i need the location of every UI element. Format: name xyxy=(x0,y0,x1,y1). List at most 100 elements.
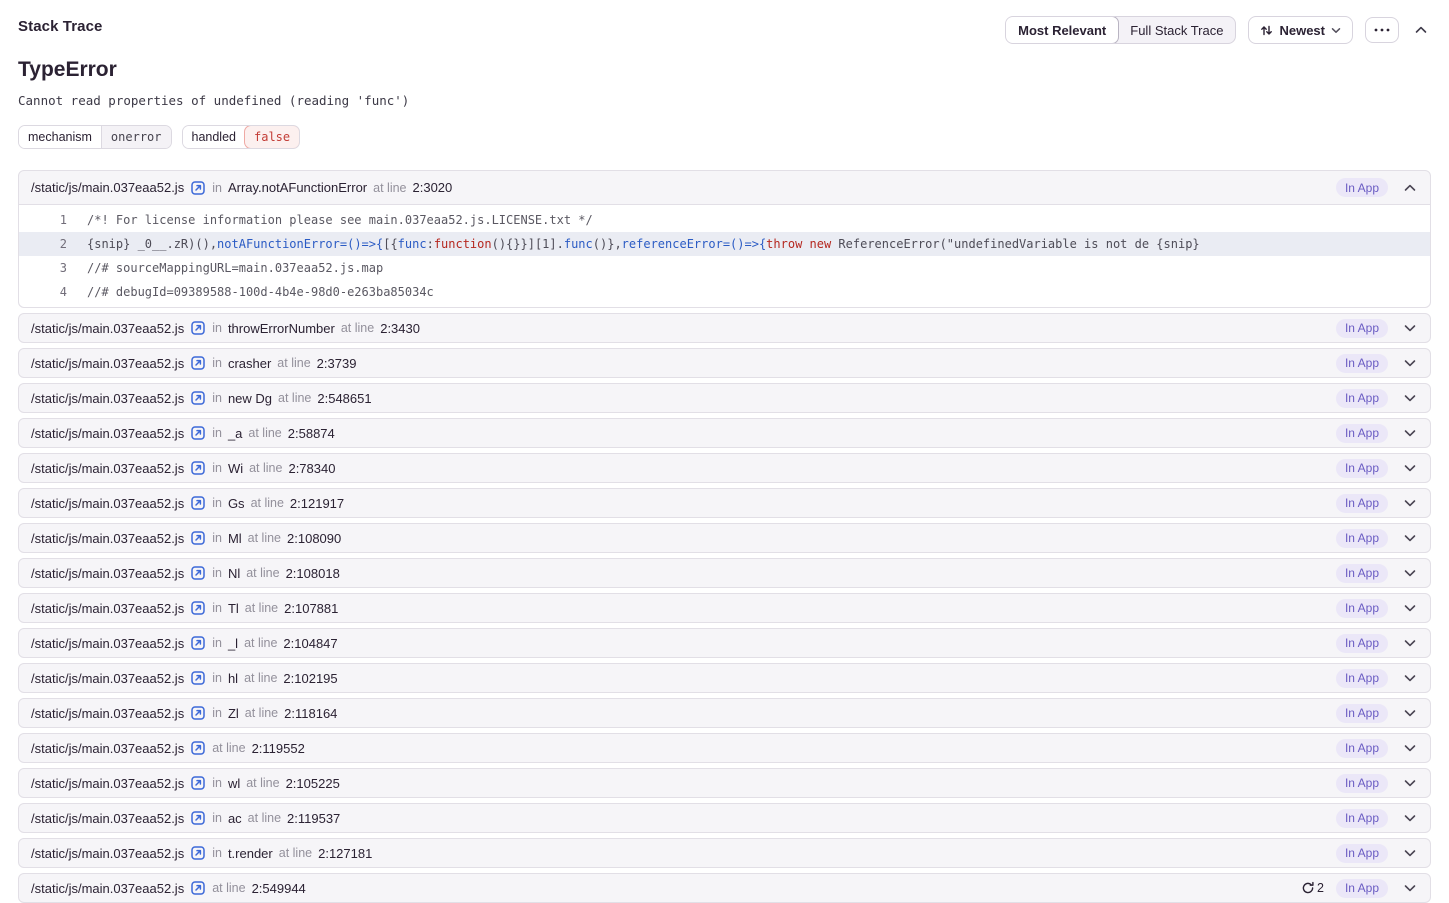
frame-header[interactable]: /static/js/main.037eaa52.js in Zl at lin… xyxy=(19,699,1430,727)
frame-header[interactable]: /static/js/main.037eaa52.js in t.render … xyxy=(19,839,1430,867)
stack-frame-row[interactable]: /static/js/main.037eaa52.js in t.render … xyxy=(18,838,1431,868)
frame-chevron-icon[interactable] xyxy=(1400,849,1420,857)
code-line-text: /*! For license information please see m… xyxy=(67,213,593,227)
frame-chevron-icon[interactable] xyxy=(1400,464,1420,472)
external-link-icon[interactable] xyxy=(191,671,205,685)
frame-chevron-icon[interactable] xyxy=(1400,359,1420,367)
stack-frame-row[interactable]: /static/js/main.037eaa52.js in new Dg at… xyxy=(18,383,1431,413)
frame-in-label: in xyxy=(212,706,222,720)
frame-header[interactable]: /static/js/main.037eaa52.js in new Dg at… xyxy=(19,384,1430,412)
in-app-badge: In App xyxy=(1336,319,1388,338)
frame-header[interactable]: /static/js/main.037eaa52.js in ac at lin… xyxy=(19,804,1430,832)
stack-frame-row[interactable]: /static/js/main.037eaa52.js in _a at lin… xyxy=(18,418,1431,448)
frame-function: _a xyxy=(228,426,242,441)
frame-chevron-icon[interactable] xyxy=(1400,744,1420,752)
external-link-icon[interactable] xyxy=(191,636,205,650)
frame-chevron-icon[interactable] xyxy=(1400,394,1420,402)
view-toggle-full-stack-trace[interactable]: Full Stack Trace xyxy=(1118,17,1235,43)
external-link-icon[interactable] xyxy=(191,881,205,895)
frame-header[interactable]: /static/js/main.037eaa52.js in wl at lin… xyxy=(19,769,1430,797)
in-app-badge: In App xyxy=(1336,879,1388,898)
frame-function: Wi xyxy=(228,461,243,476)
external-link-icon[interactable] xyxy=(191,496,205,510)
frame-header[interactable]: /static/js/main.037eaa52.js in Wi at lin… xyxy=(19,454,1430,482)
frame-header[interactable]: /static/js/main.037eaa52.js in Array.not… xyxy=(19,171,1430,205)
frame-line-number: 2:108018 xyxy=(286,566,340,581)
external-link-icon[interactable] xyxy=(191,566,205,580)
frame-chevron-icon[interactable] xyxy=(1400,184,1420,192)
frame-chevron-icon[interactable] xyxy=(1400,429,1420,437)
external-link-icon[interactable] xyxy=(191,706,205,720)
stack-frame-row[interactable]: /static/js/main.037eaa52.js in Nl at lin… xyxy=(18,558,1431,588)
stack-frame-row[interactable]: /static/js/main.037eaa52.js in throwErro… xyxy=(18,313,1431,343)
frame-in-label: in xyxy=(212,846,222,860)
tag-pill[interactable]: mechanism onerror xyxy=(18,125,172,149)
frame-at-line-label: at line xyxy=(277,356,310,370)
more-options-button[interactable] xyxy=(1365,17,1399,43)
stack-frame-row[interactable]: /static/js/main.037eaa52.js in _l at lin… xyxy=(18,628,1431,658)
frame-chevron-icon[interactable] xyxy=(1400,604,1420,612)
external-link-icon[interactable] xyxy=(191,356,205,370)
frame-chevron-icon[interactable] xyxy=(1400,779,1420,787)
frame-at-line-label: at line xyxy=(373,181,406,195)
view-toggle-most-relevant[interactable]: Most Relevant xyxy=(1005,16,1119,44)
frame-line-number: 2:105225 xyxy=(286,776,340,791)
external-link-icon[interactable] xyxy=(191,846,205,860)
frame-function: Nl xyxy=(228,566,240,581)
external-link-icon[interactable] xyxy=(191,601,205,615)
frame-path: /static/js/main.037eaa52.js xyxy=(31,881,184,896)
frame-header[interactable]: /static/js/main.037eaa52.js in crasher a… xyxy=(19,349,1430,377)
frame-header[interactable]: /static/js/main.037eaa52.js in Nl at lin… xyxy=(19,559,1430,587)
frame-at-line-label: at line xyxy=(212,741,245,755)
external-link-icon[interactable] xyxy=(191,811,205,825)
stack-frame-row[interactable]: /static/js/main.037eaa52.js in hl at lin… xyxy=(18,663,1431,693)
external-link-icon[interactable] xyxy=(191,776,205,790)
frame-header[interactable]: /static/js/main.037eaa52.js at line 2:54… xyxy=(19,874,1430,902)
stack-frame-row[interactable]: /static/js/main.037eaa52.js in Zl at lin… xyxy=(18,698,1431,728)
in-app-badge: In App xyxy=(1336,774,1388,793)
external-link-icon[interactable] xyxy=(191,426,205,440)
stack-frame-row[interactable]: /static/js/main.037eaa52.js at line 2:11… xyxy=(18,733,1431,763)
stack-frame-row[interactable]: /static/js/main.037eaa52.js in Gs at lin… xyxy=(18,488,1431,518)
collapse-section-button[interactable] xyxy=(1411,17,1431,43)
frame-chevron-icon[interactable] xyxy=(1400,674,1420,682)
frame-header[interactable]: /static/js/main.037eaa52.js at line 2:11… xyxy=(19,734,1430,762)
stack-frame-row[interactable]: /static/js/main.037eaa52.js in Ml at lin… xyxy=(18,523,1431,553)
frame-header[interactable]: /static/js/main.037eaa52.js in hl at lin… xyxy=(19,664,1430,692)
frame-header[interactable]: /static/js/main.037eaa52.js in Gs at lin… xyxy=(19,489,1430,517)
stack-frame-row[interactable]: /static/js/main.037eaa52.js in Array.not… xyxy=(18,170,1431,308)
frame-chevron-icon[interactable] xyxy=(1400,534,1420,542)
stack-frame-row[interactable]: /static/js/main.037eaa52.js in ac at lin… xyxy=(18,803,1431,833)
external-link-icon[interactable] xyxy=(191,531,205,545)
frame-function: Zl xyxy=(228,706,239,721)
frame-chevron-icon[interactable] xyxy=(1400,639,1420,647)
stack-frame-row[interactable]: /static/js/main.037eaa52.js at line 2:54… xyxy=(18,873,1431,903)
frame-chevron-icon[interactable] xyxy=(1400,499,1420,507)
frame-header[interactable]: /static/js/main.037eaa52.js in Ml at lin… xyxy=(19,524,1430,552)
frame-path: /static/js/main.037eaa52.js xyxy=(31,496,184,511)
frame-header[interactable]: /static/js/main.037eaa52.js in throwErro… xyxy=(19,314,1430,342)
external-link-icon[interactable] xyxy=(191,181,205,195)
frame-chevron-icon[interactable] xyxy=(1400,709,1420,717)
external-link-icon[interactable] xyxy=(191,741,205,755)
frame-chevron-icon[interactable] xyxy=(1400,569,1420,577)
stack-frame-row[interactable]: /static/js/main.037eaa52.js in wl at lin… xyxy=(18,768,1431,798)
sort-button[interactable]: Newest xyxy=(1248,16,1353,44)
stack-frame-row[interactable]: /static/js/main.037eaa52.js in crasher a… xyxy=(18,348,1431,378)
external-link-icon[interactable] xyxy=(191,391,205,405)
external-link-icon[interactable] xyxy=(191,461,205,475)
frame-header[interactable]: /static/js/main.037eaa52.js in Tl at lin… xyxy=(19,594,1430,622)
frame-chevron-icon[interactable] xyxy=(1400,814,1420,822)
frame-chevron-icon[interactable] xyxy=(1400,884,1420,892)
frame-line-number: 2:118164 xyxy=(284,706,337,721)
frame-path: /static/js/main.037eaa52.js xyxy=(31,531,184,546)
stack-frame-row[interactable]: /static/js/main.037eaa52.js in Tl at lin… xyxy=(18,593,1431,623)
frame-at-line-label: at line xyxy=(245,706,278,720)
frame-header[interactable]: /static/js/main.037eaa52.js in _l at lin… xyxy=(19,629,1430,657)
tag-pill[interactable]: handled false xyxy=(182,125,301,149)
frame-header[interactable]: /static/js/main.037eaa52.js in _a at lin… xyxy=(19,419,1430,447)
external-link-icon[interactable] xyxy=(191,321,205,335)
frame-chevron-icon[interactable] xyxy=(1400,324,1420,332)
frame-line-number: 2:107881 xyxy=(284,601,338,616)
stack-frame-row[interactable]: /static/js/main.037eaa52.js in Wi at lin… xyxy=(18,453,1431,483)
